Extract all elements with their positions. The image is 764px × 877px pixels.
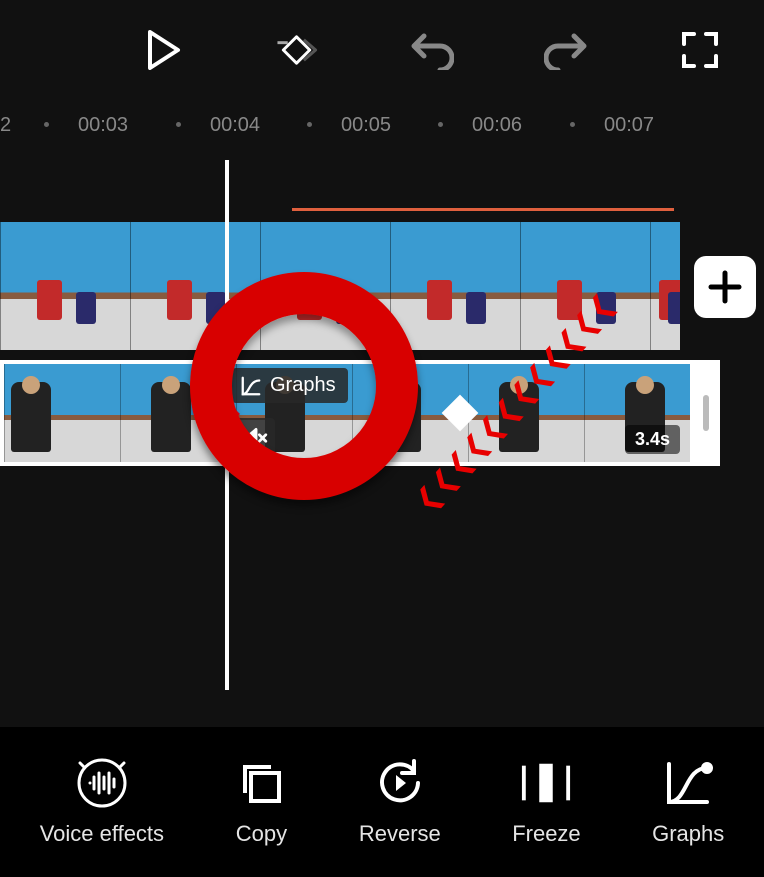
freeze-icon <box>520 761 572 805</box>
plus-icon <box>707 269 743 305</box>
effect-range-bar[interactable] <box>292 208 674 211</box>
expand-icon <box>680 30 720 70</box>
keyframe-button[interactable] <box>276 28 320 72</box>
play-icon <box>147 30 181 70</box>
timeline[interactable]: 3.4s Graphs <box>0 150 764 730</box>
action-label: Graphs <box>652 821 724 847</box>
ruler-dot <box>44 122 49 127</box>
action-voice-effects[interactable]: Voice effects <box>40 757 164 847</box>
graph-icon <box>240 375 262 397</box>
action-label: Voice effects <box>40 821 164 847</box>
clip-thumbnail[interactable] <box>390 222 520 350</box>
clip-thumbnail[interactable] <box>520 222 650 350</box>
ruler-dot <box>438 122 443 127</box>
ruler-dot <box>307 122 312 127</box>
action-freeze[interactable]: Freeze <box>512 757 580 847</box>
ruler-tick: 00:06 <box>472 114 522 137</box>
action-reverse[interactable]: Reverse <box>359 757 441 847</box>
redo-icon <box>544 30 588 70</box>
keyframe-icon <box>276 28 320 72</box>
action-copy[interactable]: Copy <box>235 757 287 847</box>
clip-thumbnail[interactable] <box>0 222 130 350</box>
clip-thumbnail[interactable] <box>130 222 260 350</box>
volume-mute-icon <box>242 425 268 451</box>
redo-button[interactable] <box>544 28 588 72</box>
play-button[interactable] <box>142 28 186 72</box>
time-ruler[interactable]: 2 00:03 00:04 00:05 00:06 00:07 <box>0 110 764 140</box>
copy-icon <box>237 759 285 807</box>
reverse-icon <box>374 757 426 809</box>
ruler-tick: 00:03 <box>78 114 128 137</box>
action-label: Reverse <box>359 821 441 847</box>
ruler-tick: 00:04 <box>210 114 260 137</box>
ruler-tick: 00:05 <box>341 114 391 137</box>
playhead[interactable] <box>225 160 229 690</box>
clip-thumbnail <box>4 364 120 462</box>
ruler-dot <box>176 122 181 127</box>
voice-effects-icon <box>76 757 128 809</box>
ruler-dot <box>570 122 575 127</box>
clip-thumbnail <box>468 364 584 462</box>
add-clip-button[interactable] <box>694 256 756 318</box>
action-graphs[interactable]: Graphs <box>652 757 724 847</box>
muted-indicator[interactable] <box>235 418 275 458</box>
graphs-tooltip-label: Graphs <box>270 374 336 397</box>
graphs-tooltip[interactable]: Graphs <box>232 368 348 403</box>
action-label: Freeze <box>512 821 580 847</box>
video-track-primary[interactable] <box>0 222 680 350</box>
action-bar: Voice effects Copy Reverse <box>0 727 764 877</box>
fullscreen-button[interactable] <box>678 28 722 72</box>
action-label: Copy <box>236 821 287 847</box>
clip-duration-badge: 3.4s <box>625 425 680 454</box>
clip-thumbnail[interactable] <box>260 222 390 350</box>
clip-trim-handle[interactable] <box>696 364 716 462</box>
undo-icon <box>410 30 454 70</box>
clip-thumbnail[interactable] <box>650 222 680 350</box>
ruler-tick: 2 <box>0 114 11 137</box>
graphs-icon <box>663 758 713 808</box>
selected-clip[interactable]: 3.4s <box>0 360 720 466</box>
player-toolbar <box>0 0 764 100</box>
undo-button[interactable] <box>410 28 454 72</box>
ruler-tick: 00:07 <box>604 114 654 137</box>
